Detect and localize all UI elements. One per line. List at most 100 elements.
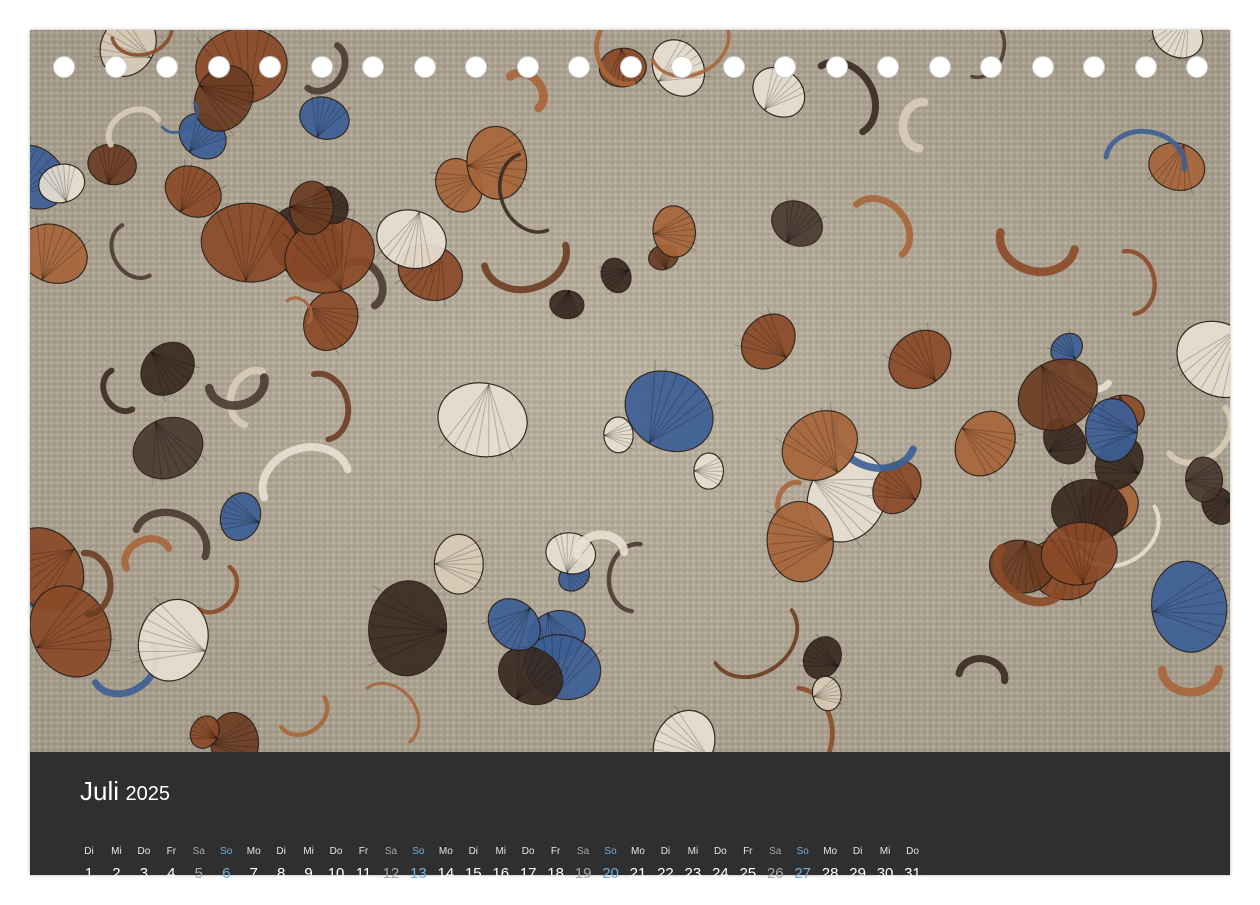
day-number: 24 bbox=[712, 865, 729, 882]
seashells-photo bbox=[30, 30, 1230, 752]
day-number: 26 bbox=[766, 865, 784, 882]
weekday-abbr: Di bbox=[276, 846, 286, 857]
day-number: 29 bbox=[849, 865, 866, 882]
day-number: 3 bbox=[139, 865, 149, 882]
day-number: 22 bbox=[657, 865, 674, 882]
binding-hole bbox=[465, 56, 487, 78]
seashell bbox=[693, 452, 725, 490]
weekday-abbr: So bbox=[220, 846, 233, 857]
binding-hole bbox=[671, 56, 693, 78]
binding-hole bbox=[413, 56, 436, 78]
day-column: So 13 bbox=[404, 844, 432, 886]
day-column: Mo 14 bbox=[432, 844, 460, 886]
binding-hole bbox=[53, 56, 75, 78]
day-number: 27 bbox=[794, 865, 812, 882]
weekday-abbr: Sa bbox=[769, 846, 782, 857]
binding-hole bbox=[877, 56, 899, 78]
weekday-abbr: Do bbox=[521, 846, 535, 857]
day-column: Di 15 bbox=[459, 844, 487, 886]
weekday-abbr: Sa bbox=[192, 846, 205, 857]
weekday-abbr: Sa bbox=[576, 846, 590, 857]
day-column: Sa 19 bbox=[569, 844, 597, 886]
day-column: Do 31 bbox=[899, 844, 927, 886]
binding-hole bbox=[928, 56, 951, 78]
day-number: 20 bbox=[602, 865, 619, 882]
binding-hole bbox=[722, 56, 745, 78]
weekday-abbr: So bbox=[412, 846, 425, 857]
weekday-abbr: Mo bbox=[246, 846, 261, 857]
weekday-abbr: Di bbox=[660, 846, 671, 857]
month-title: Juli 2025 bbox=[80, 776, 170, 807]
binding-hole bbox=[1186, 56, 1208, 78]
binding-hole bbox=[156, 56, 178, 78]
binding-hole bbox=[310, 56, 333, 78]
day-number: 21 bbox=[629, 865, 647, 882]
day-column: So 27 bbox=[789, 844, 817, 886]
weekday-abbr: So bbox=[604, 846, 617, 857]
weekday-abbr: Di bbox=[468, 846, 479, 857]
day-column: Fr 4 bbox=[157, 844, 185, 886]
weekday-abbr: Fr bbox=[550, 846, 561, 857]
day-number: 30 bbox=[876, 865, 894, 882]
day-number: 13 bbox=[410, 865, 427, 882]
day-number: 12 bbox=[382, 865, 400, 882]
seashell bbox=[433, 533, 484, 595]
day-column: Mi 2 bbox=[102, 844, 130, 886]
binding-hole bbox=[362, 56, 384, 78]
month-year: 2025 bbox=[125, 783, 170, 805]
day-number: 25 bbox=[739, 865, 757, 882]
day-column: Sa 26 bbox=[761, 844, 789, 886]
month-name: Juli bbox=[80, 776, 120, 806]
weekday-abbr: Mo bbox=[438, 846, 453, 857]
day-column: Mo 7 bbox=[240, 844, 268, 886]
weekday-abbr: Mi bbox=[687, 846, 699, 857]
day-number: 10 bbox=[327, 865, 345, 882]
day-column: So 6 bbox=[212, 844, 240, 886]
weekday-abbr: Do bbox=[137, 846, 151, 857]
day-column: Mi 23 bbox=[679, 844, 707, 886]
binding-hole bbox=[1031, 56, 1054, 78]
binding-hole bbox=[1134, 56, 1157, 78]
day-number: 6 bbox=[222, 865, 231, 882]
weekday-abbr: Mi bbox=[303, 846, 314, 857]
day-column: Do 3 bbox=[130, 844, 158, 886]
day-column: Mo 21 bbox=[624, 844, 652, 886]
weekday-abbr: Do bbox=[713, 846, 727, 857]
weekday-abbr: Fr bbox=[166, 846, 177, 857]
seashells-illustration bbox=[30, 30, 1230, 752]
day-number: 14 bbox=[437, 865, 455, 882]
binding-hole bbox=[104, 56, 127, 78]
weekday-abbr: Di bbox=[84, 846, 94, 857]
day-column: Fr 11 bbox=[350, 844, 378, 886]
day-number: 19 bbox=[574, 865, 592, 882]
binding-holes bbox=[30, 56, 1230, 80]
day-number: 17 bbox=[519, 865, 537, 882]
binding-hole bbox=[1083, 56, 1105, 78]
day-number: 1 bbox=[84, 865, 94, 882]
weekday-abbr: Sa bbox=[384, 846, 398, 857]
weekday-abbr: Do bbox=[329, 846, 343, 857]
day-number: 18 bbox=[547, 865, 564, 882]
binding-hole bbox=[516, 56, 539, 78]
calendar-page: Juli 2025 Di 1 Mi 2 Do 3 Fr 4 Sa 5 So 6 Mo 7 Di 8 Mi 9 Do 1… bbox=[30, 30, 1230, 882]
day-column: Fr 18 bbox=[542, 844, 570, 886]
day-number: 16 bbox=[492, 865, 510, 882]
binding-hole bbox=[825, 56, 848, 78]
day-column: Mi 16 bbox=[487, 844, 515, 886]
day-column: Di 29 bbox=[844, 844, 872, 886]
weekday-abbr: Fr bbox=[358, 846, 369, 857]
weekday-abbr: Mi bbox=[879, 846, 891, 857]
day-number: 11 bbox=[355, 865, 372, 882]
day-column: Sa 12 bbox=[377, 844, 405, 886]
day-column: Mi 9 bbox=[295, 844, 323, 886]
day-column: Fr 25 bbox=[734, 844, 762, 886]
weekday-abbr: Fr bbox=[743, 846, 753, 857]
day-number: 2 bbox=[112, 865, 121, 882]
weekday-abbr: Mo bbox=[631, 846, 645, 857]
binding-hole bbox=[568, 56, 590, 78]
day-number: 8 bbox=[276, 865, 286, 882]
day-column: Mi 30 bbox=[871, 844, 899, 886]
calendar-caption: Juli 2025 Di 1 Mi 2 Do 3 Fr 4 Sa 5 So 6 Mo 7 Di 8 Mi 9 Do 1… bbox=[30, 752, 1230, 882]
weekday-abbr: Di bbox=[852, 846, 863, 857]
day-number: 28 bbox=[821, 865, 839, 882]
